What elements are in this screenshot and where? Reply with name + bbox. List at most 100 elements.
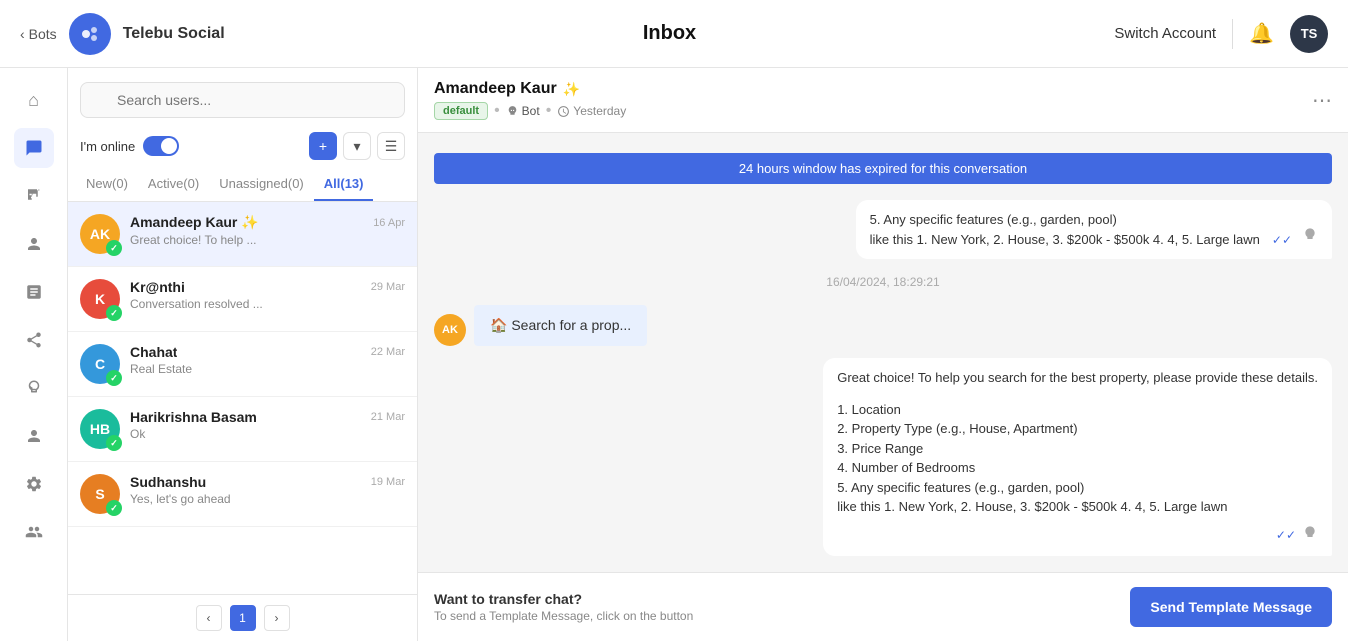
back-to-bots[interactable]: ‹ Bots <box>20 26 57 42</box>
menu-button[interactable]: ☰ <box>377 132 405 160</box>
conversation-items: AK ✓ Amandeep Kaur ✨ 16 Apr Great choice… <box>68 202 417 594</box>
top-nav-right: Switch Account 🔔 TS <box>1114 15 1328 53</box>
tag-time: Yesterday <box>557 104 626 118</box>
tab-all[interactable]: All(13) <box>314 168 374 201</box>
sidebar-item-person[interactable] <box>14 416 54 456</box>
conversation-list: 🔍 I'm online + ▾ ☰ New(0) Active(0) Unas… <box>68 68 418 641</box>
conv-preview: Conversation resolved ... <box>130 297 405 311</box>
bot-message-icon-2 <box>1302 525 1318 547</box>
message-row-long: Great choice! To help you search for the… <box>434 358 1332 556</box>
check-icon-2: ✓✓ <box>1276 526 1296 544</box>
bot-label: Bot <box>522 104 540 118</box>
messages-area: 24 hours window has expired for this con… <box>418 133 1348 572</box>
conv-item-harikrishna[interactable]: HB ✓ Harikrishna Basam 21 Mar Ok <box>68 397 417 462</box>
page-1-button[interactable]: 1 <box>230 605 256 631</box>
prev-page-button[interactable]: ‹ <box>196 605 222 631</box>
check-icon: ✓✓ <box>1272 231 1292 249</box>
tab-unassigned[interactable]: Unassigned(0) <box>209 168 314 201</box>
whatsapp-badge: ✓ <box>106 435 122 451</box>
sidebar-item-chat[interactable] <box>14 128 54 168</box>
chat-user-name: Amandeep Kaur ✨ <box>434 80 1302 98</box>
message-bubble-left: 🏠 Search for a prop... <box>474 305 647 346</box>
chat-name-text: Amandeep Kaur <box>434 80 557 98</box>
bottom-sub-text: To send a Template Message, click on the… <box>434 609 1118 623</box>
conv-preview: Ok <box>130 427 405 441</box>
message-avatar: AK <box>434 314 466 346</box>
search-input[interactable] <box>80 82 405 118</box>
time-label: Yesterday <box>573 104 626 118</box>
sidebar-item-reports[interactable] <box>14 272 54 312</box>
online-label-text: I'm online <box>80 139 135 154</box>
whatsapp-badge: ✓ <box>106 370 122 386</box>
star-icon: ✨ <box>563 81 580 98</box>
chat-bottom-text: Want to transfer chat? To send a Templat… <box>434 591 1118 623</box>
conv-info: Chahat 22 Mar Real Estate <box>130 344 405 376</box>
brand-name: Telebu Social <box>123 25 225 43</box>
back-label: Bots <box>29 26 57 42</box>
conv-item-sudhanshu[interactable]: S ✓ Sudhanshu 19 Mar Yes, let's go ahead <box>68 462 417 527</box>
sidebar-item-home[interactable]: ⌂ <box>14 80 54 120</box>
conv-preview: Real Estate <box>130 362 405 376</box>
sidebar-item-team[interactable] <box>14 512 54 552</box>
search-area: 🔍 <box>68 68 417 126</box>
conv-name: Chahat <box>130 344 177 360</box>
page-title: Inbox <box>237 22 1103 45</box>
conv-preview: Yes, let's go ahead <box>130 492 405 506</box>
avatar: S ✓ <box>80 474 120 514</box>
online-status: I'm online <box>80 136 179 156</box>
conv-item-kranthi[interactable]: K ✓ Kr@nthi 29 Mar Conversation resolved… <box>68 267 417 332</box>
sidebar-item-settings[interactable] <box>14 464 54 504</box>
send-template-button[interactable]: Send Template Message <box>1130 587 1332 627</box>
add-conversation-button[interactable]: + <box>309 132 337 160</box>
sidebar-icons: ⌂ <box>0 68 68 641</box>
more-options-button[interactable]: ⋯ <box>1312 88 1332 113</box>
timestamp: 16/04/2024, 18:29:21 <box>434 275 1332 289</box>
avatar: AK ✓ <box>80 214 120 254</box>
message-bubble-long: Great choice! To help you search for the… <box>823 358 1332 556</box>
whatsapp-badge: ✓ <box>106 500 122 516</box>
user-avatar[interactable]: TS <box>1290 15 1328 53</box>
switch-account-button[interactable]: Switch Account <box>1114 25 1216 42</box>
pagination: ‹ 1 › <box>68 594 417 641</box>
conv-date: 16 Apr <box>373 217 405 229</box>
conv-item-chahat[interactable]: C ✓ Chahat 22 Mar Real Estate <box>68 332 417 397</box>
sidebar-item-share[interactable] <box>14 320 54 360</box>
tab-active[interactable]: Active(0) <box>138 168 209 201</box>
next-page-button[interactable]: › <box>264 605 290 631</box>
message-row-left: AK 🏠 Search for a prop... <box>434 305 1332 346</box>
conv-name: Amandeep Kaur ✨ <box>130 214 259 231</box>
bell-icon[interactable]: 🔔 <box>1249 21 1274 46</box>
dot-separator-2: • <box>546 102 552 120</box>
conv-info: Amandeep Kaur ✨ 16 Apr Great choice! To … <box>130 214 405 247</box>
dot-separator: • <box>494 102 500 120</box>
conv-info: Sudhanshu 19 Mar Yes, let's go ahead <box>130 474 405 506</box>
nav-divider <box>1232 19 1233 49</box>
whatsapp-badge: ✓ <box>106 305 122 321</box>
brand-logo <box>69 13 111 55</box>
bottom-main-text: Want to transfer chat? <box>434 591 1118 607</box>
online-toggle[interactable] <box>143 136 179 156</box>
tab-new[interactable]: New(0) <box>76 168 138 201</box>
filter-dropdown-button[interactable]: ▾ <box>343 132 371 160</box>
sidebar-item-megaphone[interactable] <box>14 176 54 216</box>
conv-item-amandeep[interactable]: AK ✓ Amandeep Kaur ✨ 16 Apr Great choice… <box>68 202 417 267</box>
tag-bot: Bot <box>506 104 540 118</box>
expired-banner: 24 hours window has expired for this con… <box>434 153 1332 184</box>
chat-header: Amandeep Kaur ✨ default • Bot • Yesterda… <box>418 68 1348 133</box>
conv-name: Harikrishna Basam <box>130 409 257 425</box>
sidebar-item-bulb[interactable] <box>14 368 54 408</box>
whatsapp-badge: ✓ <box>106 240 122 256</box>
conv-date: 21 Mar <box>371 411 405 423</box>
conv-name: Kr@nthi <box>130 279 185 295</box>
main-layout: ⌂ 🔍 <box>0 68 1348 641</box>
conv-date: 29 Mar <box>371 281 405 293</box>
chat-area: Amandeep Kaur ✨ default • Bot • Yesterda… <box>418 68 1348 641</box>
conv-preview: Great choice! To help ... <box>130 233 405 247</box>
chat-bottom-bar: Want to transfer chat? To send a Templat… <box>418 572 1348 641</box>
chat-tags: default • Bot • Yesterday <box>434 102 1302 120</box>
chevron-left-icon: ‹ <box>20 26 25 42</box>
conv-info: Kr@nthi 29 Mar Conversation resolved ... <box>130 279 405 311</box>
chat-header-info: Amandeep Kaur ✨ default • Bot • Yesterda… <box>434 80 1302 120</box>
message-row: 5. Any specific features (e.g., garden, … <box>434 200 1332 259</box>
sidebar-item-contacts[interactable] <box>14 224 54 264</box>
